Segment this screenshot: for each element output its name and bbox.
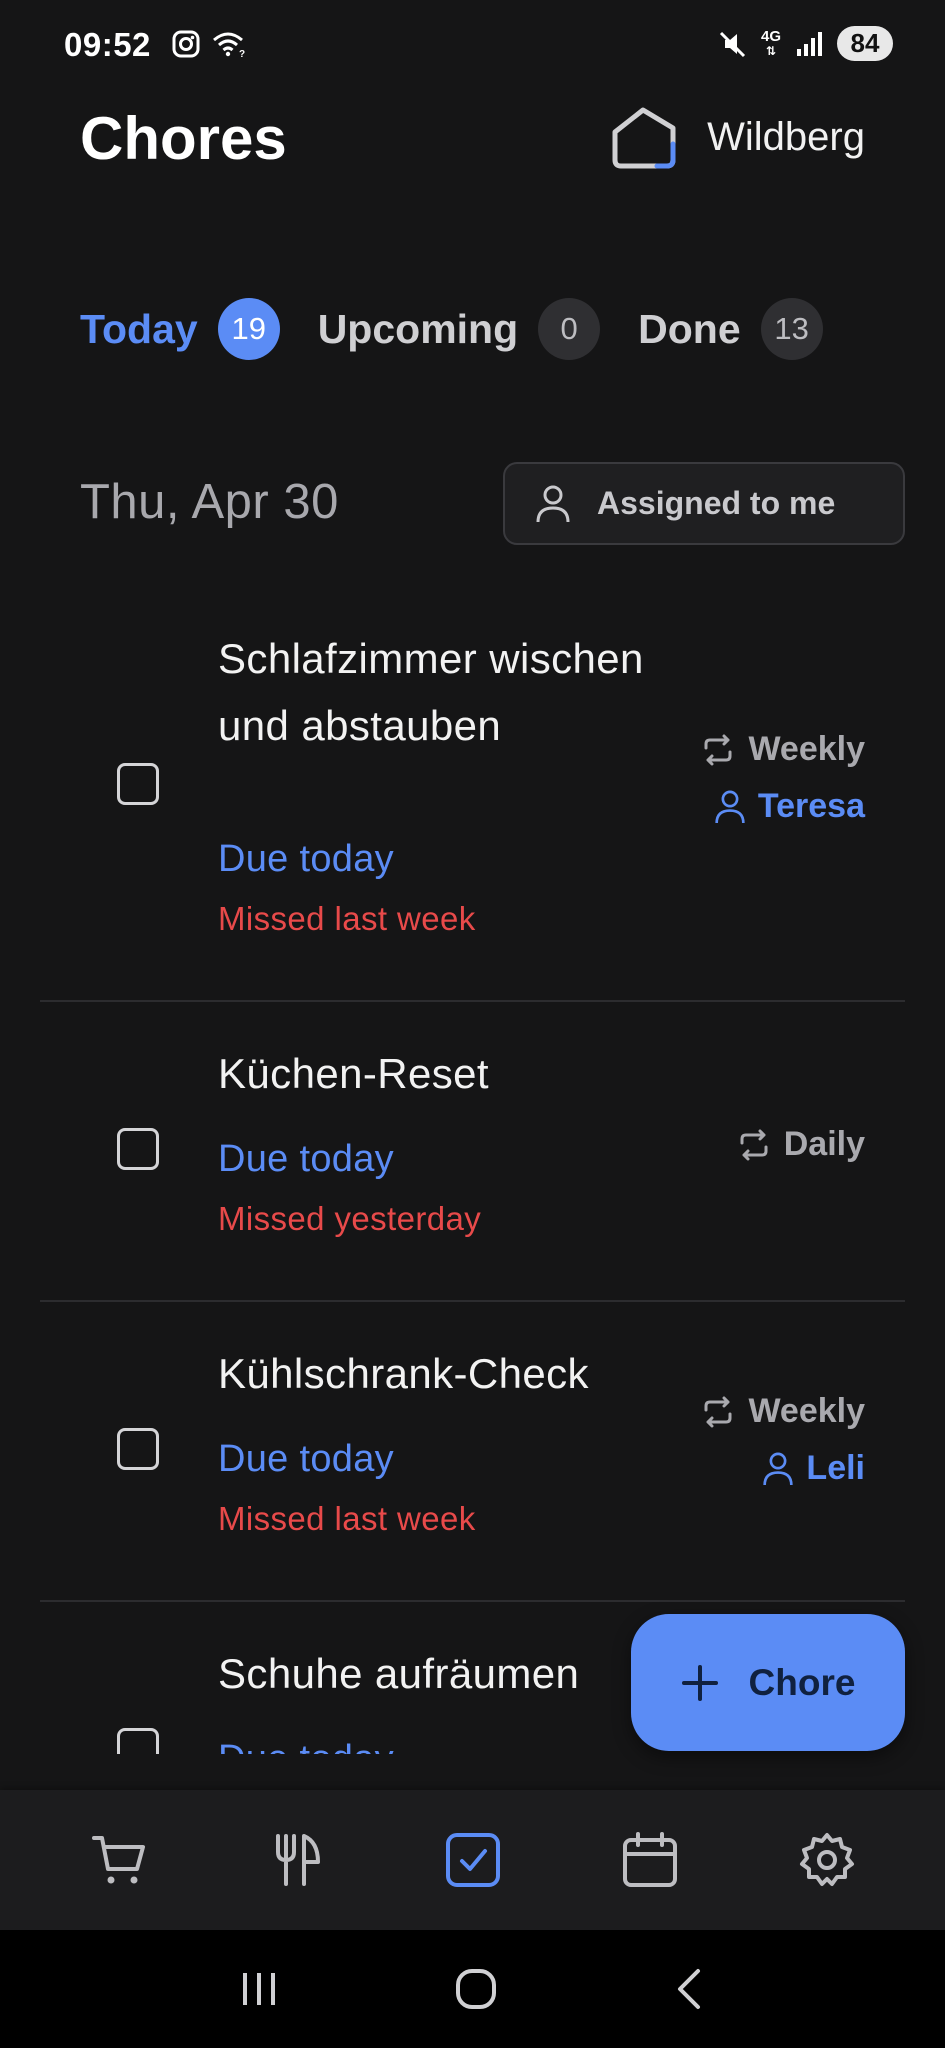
checkbox-icon <box>445 1833 500 1887</box>
missed-status: Missed yesterday <box>218 1200 482 1237</box>
instagram-icon <box>172 30 200 58</box>
tab-count-badge: 13 <box>760 298 823 360</box>
plus-icon <box>681 1664 718 1701</box>
calendar-icon <box>622 1832 677 1887</box>
missed-status: Missed last week <box>218 1500 476 1537</box>
assignee-name: Teresa <box>757 787 865 825</box>
system-navigation-bar <box>0 1930 945 2048</box>
due-status: Due today <box>218 838 394 880</box>
bottom-navigation <box>0 1790 945 1930</box>
household-switcher[interactable]: Wildberg <box>609 104 865 170</box>
home-button-icon[interactable] <box>454 1967 498 2011</box>
fab-label: Chore <box>748 1661 856 1703</box>
chore-title: Schlafzimmer wischen und abstauben <box>218 635 644 749</box>
settings-icon <box>799 1833 854 1886</box>
chore-title: Kühlschrank-Check <box>218 1350 589 1397</box>
assigned-to-me-filter-button[interactable]: Assigned to me <box>503 462 905 545</box>
due-status: Due today <box>218 1138 394 1180</box>
status-time: 09:52 <box>64 26 151 63</box>
frequency-row: Weekly <box>700 730 865 769</box>
user-icon <box>536 485 570 522</box>
back-icon[interactable] <box>672 1967 708 2011</box>
missed-status: Missed last week <box>218 900 476 937</box>
household-name: Wildberg <box>707 114 865 159</box>
chore-checkbox[interactable] <box>117 763 159 805</box>
utensils-icon <box>275 1834 320 1886</box>
cart-icon <box>91 1836 145 1884</box>
list-item[interactable]: Küchen-Reset Due today Missed yesterday … <box>40 1002 905 1302</box>
chore-title: Küchen-Reset <box>218 1050 489 1097</box>
home-icon <box>612 107 676 169</box>
tab-upcoming[interactable]: Upcoming 0 <box>317 298 601 360</box>
chore-meta: Daily <box>736 1125 865 1164</box>
tab-label: Upcoming <box>317 305 519 352</box>
assignee-row: Teresa <box>714 787 865 826</box>
chore-checkbox[interactable] <box>117 1728 159 1754</box>
list-item[interactable]: Schlafzimmer wischen und abstauben Due t… <box>40 590 905 1002</box>
assignee-row: Leli <box>762 1449 865 1488</box>
status-notification-icons: ? <box>172 30 246 58</box>
chore-meta: Weekly Teresa <box>700 730 865 826</box>
frequency-label: Weekly <box>748 730 865 768</box>
svg-text:?: ? <box>239 49 245 58</box>
page-title: Chores <box>80 105 287 172</box>
tab-done[interactable]: Done 13 <box>638 298 823 360</box>
recents-icon[interactable] <box>237 1969 281 2009</box>
chore-title: Schuhe aufräumen <box>218 1650 580 1697</box>
nav-calendar[interactable] <box>610 1820 690 1900</box>
frequency-row: Weekly <box>700 1392 865 1431</box>
user-icon <box>763 1452 794 1485</box>
tab-label: Done <box>638 305 741 352</box>
chore-meta: Weekly Leli <box>700 1392 865 1488</box>
add-chore-button[interactable]: Chore <box>631 1614 905 1751</box>
battery-indicator: 84 <box>837 26 893 61</box>
tab-today[interactable]: Today 19 <box>80 298 280 360</box>
repeat-icon <box>704 734 732 765</box>
nav-settings[interactable] <box>787 1820 867 1900</box>
tab-count-badge: 0 <box>538 298 601 360</box>
network-type: 4G ⇅ <box>760 27 781 58</box>
chore-checkbox[interactable] <box>117 1128 159 1170</box>
nav-meals[interactable] <box>256 1820 336 1900</box>
due-status: Due today <box>218 1438 394 1480</box>
chores-screen: 09:52 ? 4G ⇅ 84 Chores Wildberg Today 19… <box>0 0 945 2048</box>
mute-icon <box>719 31 746 57</box>
date-heading: Thu, Apr 30 <box>80 475 339 529</box>
frequency-label: Daily <box>783 1125 865 1163</box>
signal-icon <box>797 31 822 56</box>
filter-label: Assigned to me <box>597 485 836 521</box>
list-item[interactable]: Kühlschrank-Check Due today Missed last … <box>40 1302 905 1602</box>
repeat-icon <box>704 1396 732 1427</box>
frequency-label: Weekly <box>748 1392 865 1430</box>
nav-chores[interactable] <box>433 1820 513 1900</box>
wifi-icon: ? <box>213 32 245 58</box>
nav-shopping[interactable] <box>79 1820 159 1900</box>
tab-label: Today <box>80 305 198 352</box>
status-right-icons: 4G ⇅ 84 <box>717 26 893 61</box>
repeat-icon <box>740 1129 768 1160</box>
frequency-row: Daily <box>736 1125 865 1164</box>
chore-checkbox[interactable] <box>117 1428 159 1470</box>
assignee-name: Leli <box>806 1449 865 1487</box>
user-icon <box>715 790 745 823</box>
tab-count-badge: 19 <box>217 298 280 360</box>
chore-tabs: Today 19 Upcoming 0 Done 13 <box>80 298 823 360</box>
due-status: Due today <box>218 1738 394 1754</box>
status-bar: 09:52 ? 4G ⇅ 84 <box>0 0 945 95</box>
